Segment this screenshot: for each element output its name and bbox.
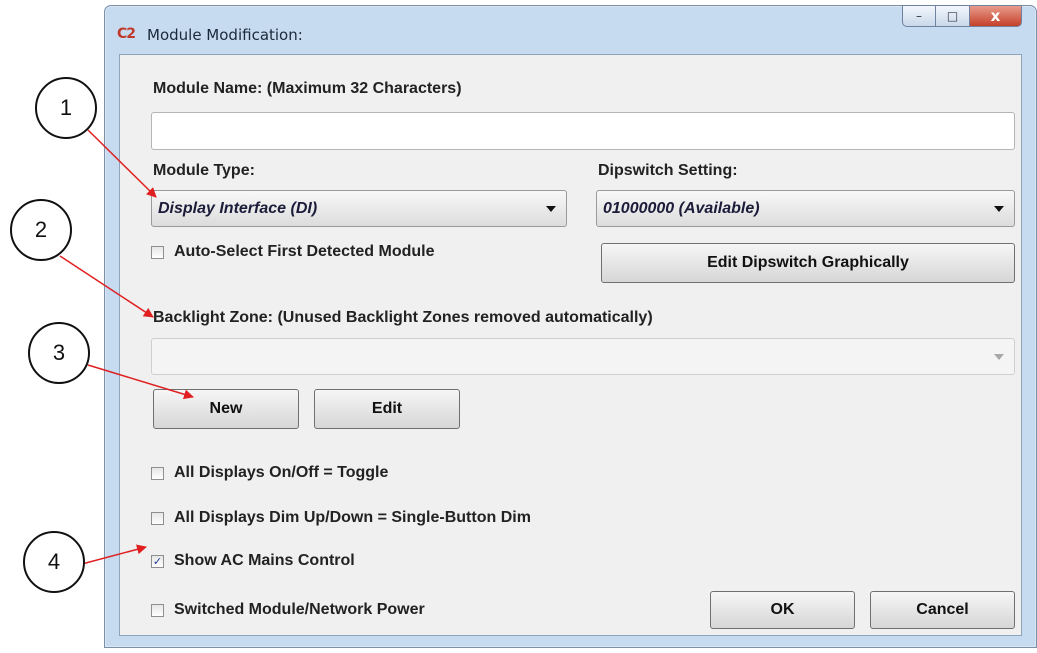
callout-2: 2 [10,199,72,261]
annotation-arrows [59,129,194,565]
callout-1: 1 [35,77,97,139]
annotation-arrow-3 [87,364,194,400]
annotation-arrow-4 [81,544,147,565]
callout-3: 3 [28,322,90,384]
annotation-arrow-2 [59,255,154,318]
callout-4: 4 [23,531,85,593]
annotation-arrow-1 [87,129,157,198]
